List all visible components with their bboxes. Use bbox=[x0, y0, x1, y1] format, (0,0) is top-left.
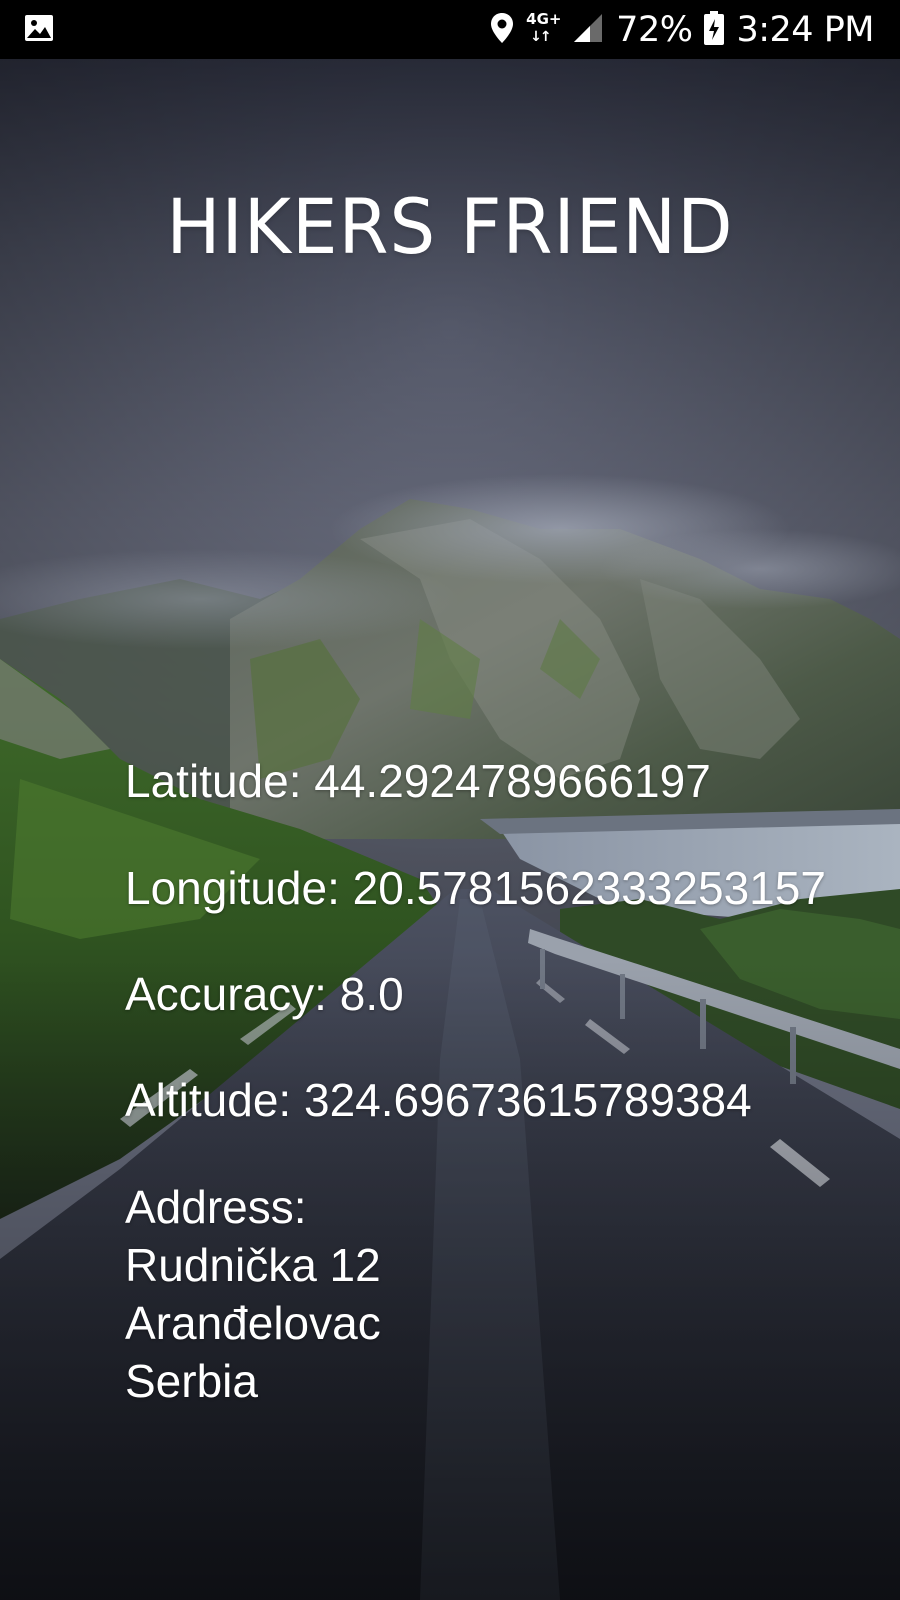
image-icon bbox=[24, 13, 54, 43]
altitude-value: 324.69673615789384 bbox=[304, 1074, 752, 1126]
network-type-label: 4G+ bbox=[526, 9, 562, 28]
altitude-row: Altitude: 324.69673615789384 bbox=[125, 1071, 752, 1129]
latitude-value: 44.2924789666197 bbox=[314, 755, 711, 807]
app-screen: 4G+ ↓↑ 72% 3:24 PM HIKERS FRIEND Latitud… bbox=[0, 0, 900, 1600]
accuracy-label: Accuracy: bbox=[125, 968, 327, 1020]
address-city: Aranđelovac bbox=[125, 1297, 381, 1349]
address-street: Rudnička 12 bbox=[125, 1239, 381, 1291]
latitude-label: Latitude: bbox=[125, 755, 302, 807]
battery-charging-icon bbox=[704, 10, 725, 49]
longitude-label: Longitude: bbox=[125, 862, 340, 914]
latitude-row: Latitude: 44.2924789666197 bbox=[125, 752, 711, 810]
location-pin-icon bbox=[490, 12, 514, 48]
accuracy-row: Accuracy: 8.0 bbox=[125, 965, 404, 1023]
status-bar: 4G+ ↓↑ 72% 3:24 PM bbox=[0, 0, 900, 59]
longitude-row: Longitude: 20.5781562333253157 bbox=[125, 859, 826, 917]
signal-icon bbox=[572, 12, 604, 48]
status-indicators: 4G+ ↓↑ 72% 3:24 PM bbox=[490, 0, 874, 59]
battery-percent: 72% bbox=[616, 9, 693, 50]
app-title: HIKERS FRIEND bbox=[166, 182, 734, 272]
accuracy-value: 8.0 bbox=[339, 968, 404, 1020]
clock: 3:24 PM bbox=[736, 9, 874, 50]
address-country: Serbia bbox=[125, 1355, 258, 1407]
address-block: Address: Rudnička 12 Aranđelovac Serbia bbox=[125, 1178, 381, 1410]
network-type-indicator: 4G+ ↓↑ bbox=[526, 9, 562, 48]
altitude-label: Altitude: bbox=[125, 1074, 292, 1126]
longitude-value: 20.5781562333253157 bbox=[352, 862, 826, 914]
address-label: Address: bbox=[125, 1181, 307, 1233]
data-arrows-icon: ↓↑ bbox=[530, 28, 552, 45]
